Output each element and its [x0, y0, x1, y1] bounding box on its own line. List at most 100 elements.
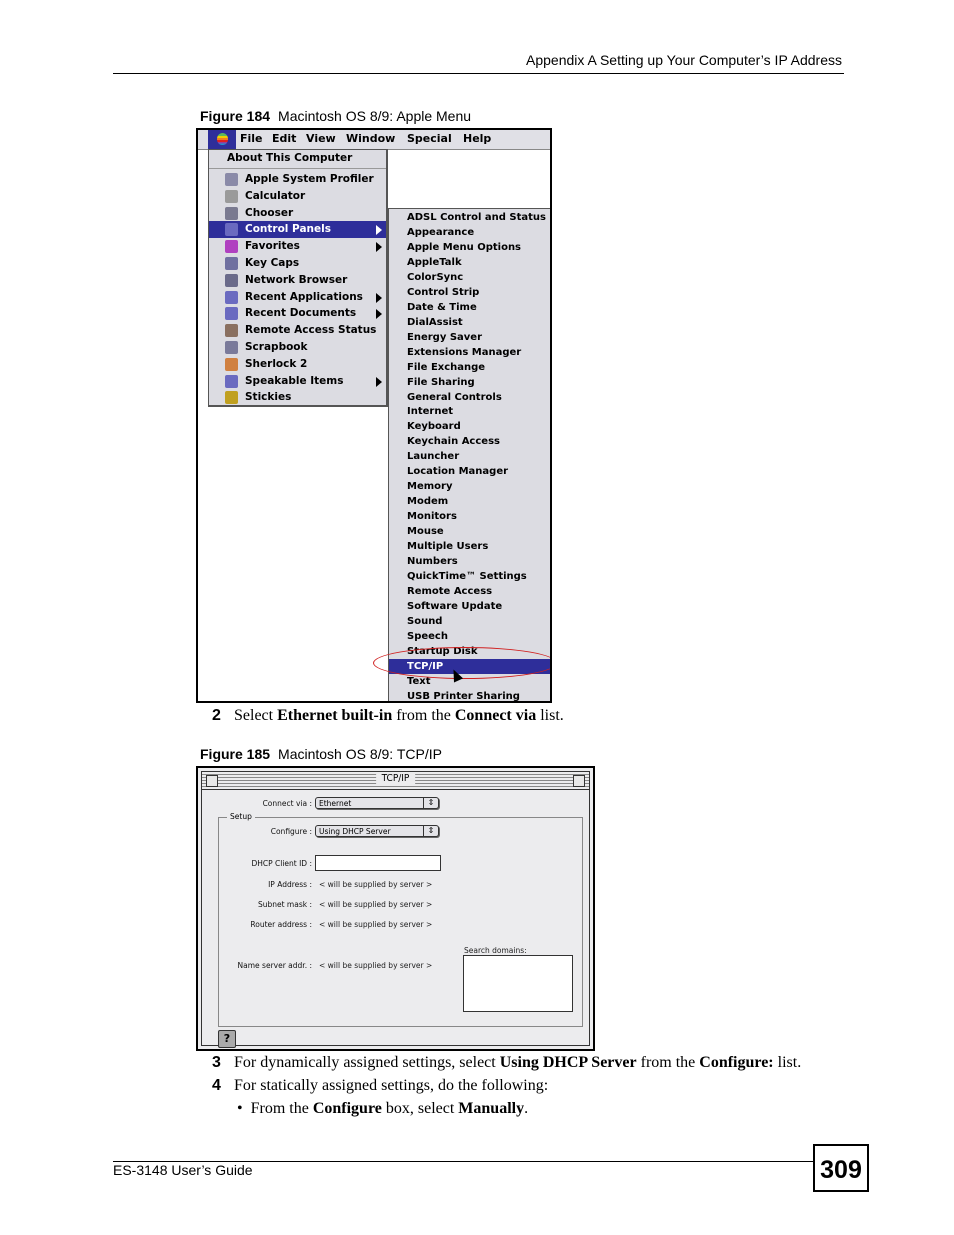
menu-window[interactable]: Window — [346, 132, 395, 145]
menu-item-recent-applications[interactable]: Recent Applications — [209, 289, 386, 306]
control-panel-numbers[interactable]: Numbers — [389, 554, 550, 569]
control-panel-control-strip[interactable]: Control Strip — [389, 285, 550, 300]
submenu-arrow-icon — [376, 309, 382, 320]
menu-item-label: Recent Applications — [245, 290, 363, 303]
menu-file[interactable]: File — [240, 132, 263, 145]
control-panel-keyboard[interactable]: Keyboard — [389, 419, 550, 434]
control-panel-software-update[interactable]: Software Update — [389, 599, 550, 614]
control-panel-multiple-users[interactable]: Multiple Users — [389, 539, 550, 554]
control-panel-dialassist[interactable]: DialAssist — [389, 315, 550, 330]
sherlock-icon — [225, 357, 238, 371]
menu-item-chooser[interactable]: Chooser — [209, 205, 386, 222]
text: From the — [250, 1100, 313, 1117]
menu-item-calculator[interactable]: Calculator — [209, 188, 386, 205]
control-panel-file-sharing[interactable]: File Sharing — [389, 375, 550, 390]
control-panel-appearance[interactable]: Appearance — [389, 225, 550, 240]
bullet-icon: • — [237, 1100, 243, 1117]
submenu-arrow-icon — [376, 376, 382, 387]
menu-item-stickies[interactable]: Stickies — [209, 389, 386, 406]
menu-item-about[interactable]: About This Computer — [209, 150, 386, 167]
menu-item-scrapbook[interactable]: Scrapbook — [209, 339, 386, 356]
close-box-icon[interactable] — [206, 775, 218, 787]
control-panel-sound[interactable]: Sound — [389, 614, 550, 629]
menu-item-network-browser[interactable]: Network Browser — [209, 272, 386, 289]
control-panel-adsl-control-and-status[interactable]: ADSL Control and Status — [389, 210, 550, 225]
menu-item-favorites[interactable]: Favorites — [209, 238, 386, 255]
control-panel-general-controls[interactable]: General Controls — [389, 390, 550, 405]
menu-item-sherlock-2[interactable]: Sherlock 2 — [209, 356, 386, 373]
menu-item-label: ColorSync — [407, 271, 464, 283]
text: For statically assigned settings, do the… — [234, 1077, 549, 1094]
control-panel-appletalk[interactable]: AppleTalk — [389, 255, 550, 270]
subnet-mask-value: < will be supplied by server > — [319, 900, 433, 909]
menu-item-recent-documents[interactable]: Recent Documents — [209, 305, 386, 322]
menu-item-label: Location Manager — [407, 466, 509, 478]
menu-item-label: Extensions Manager — [407, 346, 522, 358]
menu-help[interactable]: Help — [463, 132, 491, 145]
control-panel-launcher[interactable]: Launcher — [389, 449, 550, 464]
menu-separator — [209, 168, 386, 169]
menu-item-label: Key Caps — [245, 257, 300, 269]
control-panel-speech[interactable]: Speech — [389, 629, 550, 644]
control-panel-monitors[interactable]: Monitors — [389, 509, 550, 524]
control-panel-keychain-access[interactable]: Keychain Access — [389, 434, 550, 449]
control-panel-internet[interactable]: Internet — [389, 404, 550, 419]
menu-item-label: Numbers — [407, 556, 458, 568]
menu-special[interactable]: Special — [407, 132, 452, 145]
figure-number: Figure 185 — [200, 746, 271, 762]
title-bar[interactable]: TCP/IP — [202, 772, 589, 790]
text: from the — [392, 707, 455, 724]
menu-item-label: Sound — [407, 615, 443, 627]
dhcp-client-id-label: DHCP Client ID : — [251, 859, 312, 868]
step-number: 3 — [212, 1054, 221, 1071]
menu-view[interactable]: View — [306, 132, 336, 145]
control-panel-apple-menu-options[interactable]: Apple Menu Options — [389, 240, 550, 255]
menu-item-remote-access-status[interactable]: Remote Access Status — [209, 322, 386, 339]
control-panel-memory[interactable]: Memory — [389, 479, 550, 494]
text: box, select — [381, 1100, 459, 1117]
setup-group-label: Setup — [227, 812, 255, 821]
control-panel-modem[interactable]: Modem — [389, 494, 550, 509]
control-panel-quicktime-settings[interactable]: QuickTime™ Settings — [389, 569, 550, 584]
text: Select — [234, 707, 278, 724]
menu-item-label: Apple Menu Options — [407, 241, 522, 253]
menu-item-label: Monitors — [407, 511, 457, 523]
menu-item-speakable-items[interactable]: Speakable Items — [209, 373, 386, 390]
control-panel-energy-saver[interactable]: Energy Saver — [389, 330, 550, 345]
help-button[interactable]: ? — [218, 1030, 236, 1048]
control-panel-remote-access[interactable]: Remote Access — [389, 584, 550, 599]
control-panel-file-exchange[interactable]: File Exchange — [389, 360, 550, 375]
submenu-arrow-icon — [376, 292, 382, 303]
control-panel-colorsync[interactable]: ColorSync — [389, 270, 550, 285]
control-panel-usb-printer-sharing[interactable]: USB Printer Sharing — [389, 689, 550, 701]
menu-item-label: Multiple Users — [407, 541, 489, 553]
chooser-icon — [225, 206, 238, 220]
select-value: Ethernet — [319, 799, 352, 808]
menu-edit[interactable]: Edit — [272, 132, 296, 145]
search-domains-input[interactable] — [463, 955, 573, 1012]
menu-item-control-panels[interactable]: Control Panels — [209, 221, 386, 239]
collapse-box-icon[interactable] — [573, 775, 585, 787]
menu-item-key-caps[interactable]: Key Caps — [209, 255, 386, 272]
header-rule — [113, 73, 844, 74]
connect-via-select[interactable]: Ethernet ⇕ — [315, 797, 439, 809]
menu-item-apple-system-profiler[interactable]: Apple System Profiler — [209, 171, 386, 188]
calculator-icon — [225, 189, 238, 203]
control-panel-mouse[interactable]: Mouse — [389, 524, 550, 539]
menu-item-label: Favorites — [245, 240, 300, 253]
menu-item-label: QuickTime™ Settings — [407, 571, 527, 583]
configure-select[interactable]: Using DHCP Server ⇕ — [315, 825, 439, 837]
menu-item-label: Speech — [407, 630, 448, 642]
dhcp-client-id-input[interactable] — [315, 855, 441, 871]
router-address-label: Router address : — [250, 920, 312, 929]
menu-item-label: File Exchange — [407, 361, 486, 373]
favorites-icon — [225, 240, 238, 254]
control-panel-location-manager[interactable]: Location Manager — [389, 464, 550, 479]
apple-menu-button[interactable] — [208, 130, 236, 149]
menu-item-label: AppleTalk — [407, 256, 462, 268]
control-panel-extensions-manager[interactable]: Extensions Manager — [389, 345, 550, 360]
menu-item-label: Keychain Access — [407, 436, 500, 448]
search-domains-label: Search domains: — [464, 946, 527, 955]
bold-text: Connect via — [454, 707, 537, 724]
control-panel-date-time[interactable]: Date & Time — [389, 300, 550, 315]
